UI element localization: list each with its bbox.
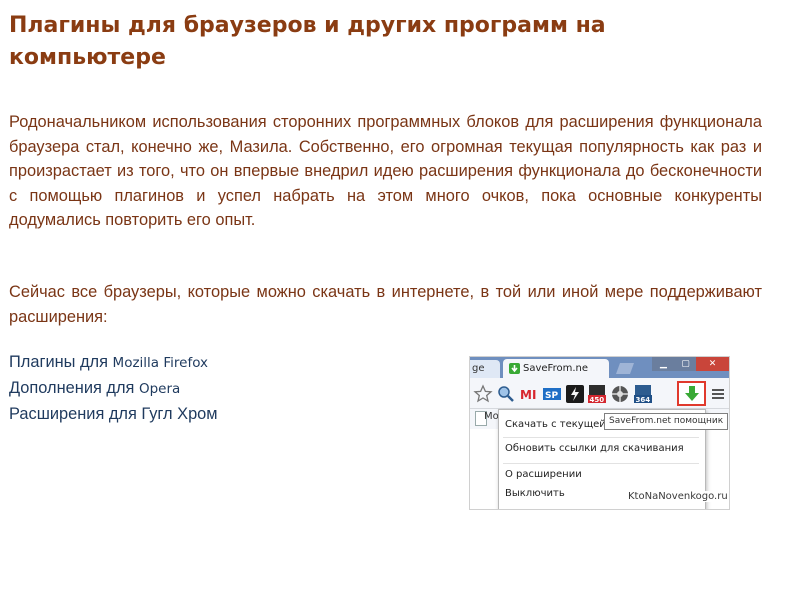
download-arrow-icon [685,386,699,401]
page-title: Плагины для браузеров и других программ … [9,13,606,70]
slide: Плагины для браузеров и других программ … [0,0,800,600]
savefrom-tab-icon [509,363,520,374]
link-firefox[interactable]: Плагины для Mozilla Firefox [9,350,218,376]
lens-icon[interactable] [496,384,516,404]
minimize-button[interactable]: ▁ [652,357,675,371]
menu-item-disable[interactable]: Выключить [505,488,565,499]
menu-divider [503,437,699,438]
mail-icon[interactable]: MI [519,384,539,404]
savefrom-extension-button[interactable] [677,381,706,406]
link-firefox-prefix: Плагины для [9,353,113,371]
tab-savefrom-label: SaveFrom.ne [523,363,588,374]
link-opera-prefix: Дополнения для [9,379,139,397]
extension-b-icon[interactable]: 364 [633,384,653,404]
wheel-icon[interactable] [610,384,630,404]
paragraph-support: Сейчас все браузеры, которые можно скача… [9,283,762,326]
maximize-button[interactable]: ▢ [675,357,696,371]
sp-icon[interactable]: SP [542,384,562,404]
flash-icon[interactable] [565,384,585,404]
menu-item-download[interactable]: Скачать с текущей с [505,419,614,430]
link-opera-name: Opera [138,381,181,397]
tab-savefrom[interactable]: SaveFrom.ne [503,359,609,378]
extension-a-icon[interactable]: 450 [587,384,607,404]
extension-tooltip: SaveFrom.net помощник [604,413,729,430]
menu-item-about[interactable]: О расширении [505,469,582,480]
tab-partial-label: ge [472,363,485,374]
browser-screenshot: ge SaveFrom.ne ▁ ▢ ✕ MI SP 450 364 Mo Ск… [469,356,730,510]
link-opera[interactable]: Дополнения для Opera [9,376,218,402]
watermark: KtoNaNovenkogo.ru [626,491,729,502]
badge-450: 450 [590,396,605,404]
tab-strip: ge SaveFrom.ne ▁ ▢ ✕ [470,357,729,378]
paragraph-intro: Родоначальником использования сторонних … [9,113,762,229]
new-tab-button[interactable] [615,363,635,374]
star-icon[interactable] [473,384,493,404]
svg-text:SP: SP [545,391,558,401]
menu-icon[interactable] [708,384,728,404]
browser-links-list: Плагины для Mozilla Firefox Дополнения д… [9,350,218,427]
browser-toolbar: MI SP 450 364 [470,378,729,409]
link-chrome[interactable]: Расширения для Гугл Хром [9,402,218,427]
link-firefox-name: Mozilla Firefox [112,355,209,371]
close-window-button[interactable]: ✕ [696,357,729,371]
link-chrome-text: Расширения для Гугл Хром [9,405,218,423]
badge-364: 364 [636,396,651,404]
svg-text:MI: MI [520,388,536,402]
tab-partial[interactable]: ge [470,360,500,378]
menu-divider [503,463,699,464]
menu-item-refresh-links[interactable]: Обновить ссылки для скачивания [505,443,684,454]
bookmark-item[interactable]: Mo [484,411,499,422]
